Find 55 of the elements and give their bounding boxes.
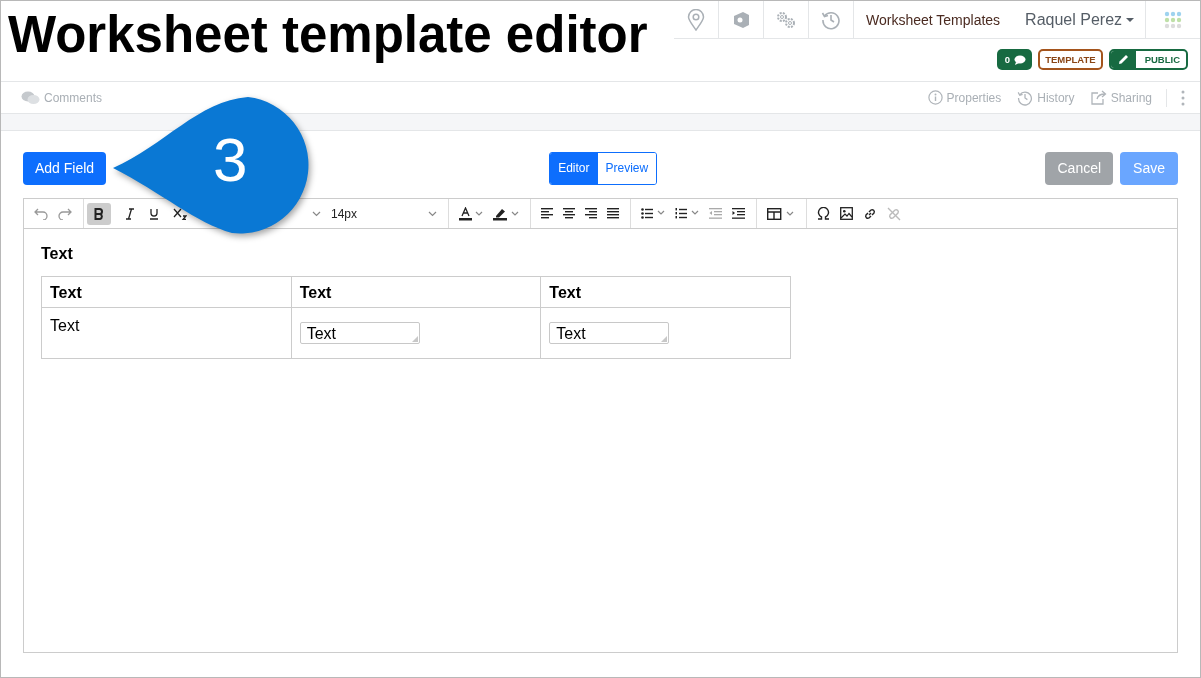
redo-icon[interactable] [58,207,72,220]
link-icon[interactable] [863,206,877,221]
user-menu[interactable]: Raquel Perez [1013,1,1147,38]
info-link[interactable]: Properties [927,90,1002,105]
italic-icon[interactable] [125,207,135,220]
text-color-icon[interactable] [459,206,483,221]
comments-icon [21,90,40,105]
bold-icon [94,207,104,220]
indent-icon[interactable] [732,208,745,219]
resize-grip-icon [411,336,418,342]
chevron-down-icon[interactable] [312,210,321,217]
visibility-label: PUBLIC [1143,54,1181,65]
underline-icon[interactable] [149,207,159,220]
table-icon[interactable] [767,207,795,220]
align-center-icon[interactable] [563,208,575,219]
add-field-button[interactable]: Add Field [23,151,107,185]
page-title: Worksheet template editor [7,5,649,65]
input-field[interactable]: Text [549,322,670,344]
info-icon [927,90,943,105]
pencil-icon [1117,54,1129,65]
save-button[interactable]: Save [1120,151,1178,185]
template-badge: TEMPLATE [1038,49,1103,70]
comment-count-badge: 0 [996,49,1033,70]
highlight-color-icon[interactable] [493,206,519,221]
numbered-list-icon[interactable] [675,208,699,219]
history-icon [1017,89,1034,106]
table-header: Text [41,276,292,308]
step-number: 3 [213,129,248,191]
app-name-link[interactable]: Worksheet Templates [854,1,1014,38]
cancel-button[interactable]: Cancel [1045,151,1114,185]
speech-bubble-icon [1014,54,1027,65]
align-right-icon[interactable] [585,208,597,219]
caret-icon [1126,17,1135,22]
share-link[interactable]: Sharing [1090,90,1152,105]
table-header: Text [291,276,541,308]
bold-button[interactable] [87,202,111,225]
input-field[interactable]: Text [299,322,420,344]
mode-tab[interactable]: Editor [550,152,598,184]
special-character-icon[interactable] [817,207,830,220]
table-cell: Text [41,307,292,359]
justify-icon[interactable] [607,208,619,219]
chevron-down-icon [428,210,437,217]
bullet-list-icon[interactable] [641,208,665,219]
resize-grip-icon [661,336,668,342]
history-link[interactable]: History [1017,89,1075,106]
public-badge[interactable]: PUBLIC [1108,49,1188,70]
document-heading: Text [41,245,74,263]
share-icon [1090,90,1107,105]
undo-icon[interactable] [34,207,48,220]
table-header: Text [540,276,791,308]
comments-link[interactable]: Comments [21,90,102,105]
subscript-icon[interactable] [173,207,187,220]
font-size-select[interactable]: 14px [331,206,437,221]
align-left-icon[interactable] [541,208,553,219]
image-icon[interactable] [840,207,853,220]
